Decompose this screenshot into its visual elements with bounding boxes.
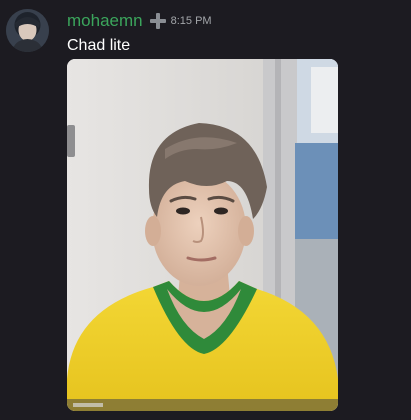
message-header: mohaemn 8:15 PM (67, 10, 212, 32)
user-avatar[interactable] (6, 9, 49, 52)
plus-icon (148, 11, 168, 31)
chat-message: mohaemn 8:15 PM Chad lite (0, 0, 411, 420)
message-content: Chad lite (67, 37, 131, 54)
username[interactable]: mohaemn (67, 10, 143, 32)
timestamp: 8:15 PM (170, 15, 212, 27)
image-attachment[interactable] (67, 59, 338, 411)
